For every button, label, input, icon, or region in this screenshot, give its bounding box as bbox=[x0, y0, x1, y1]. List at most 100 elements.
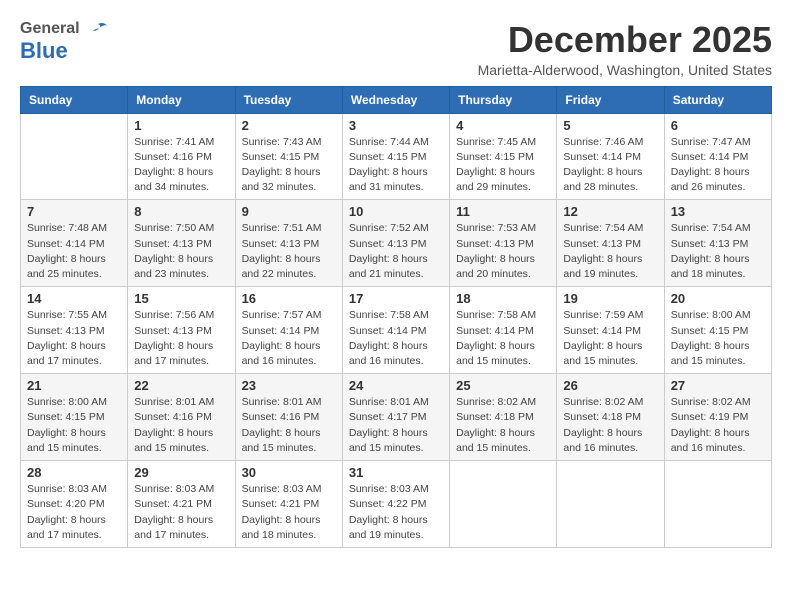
day-info: Sunrise: 7:58 AMSunset: 4:14 PMDaylight:… bbox=[349, 308, 443, 369]
day-info: Sunrise: 7:57 AMSunset: 4:14 PMDaylight:… bbox=[242, 308, 336, 369]
calendar-cell: 22Sunrise: 8:01 AMSunset: 4:16 PMDayligh… bbox=[128, 374, 235, 461]
week-row-5: 28 Sunrise: 8:03 AMSunset: 4:20 PMDayligh… bbox=[21, 461, 772, 548]
day-number: 27 bbox=[671, 378, 765, 393]
day-number: 3 bbox=[349, 118, 443, 133]
week-row-2: 7Sunrise: 7:48 AMSunset: 4:14 PMDaylight… bbox=[21, 200, 772, 287]
day-number: 23 bbox=[242, 378, 336, 393]
week-row-4: 21Sunrise: 8:00 AMSunset: 4:15 PMDayligh… bbox=[21, 374, 772, 461]
calendar-cell: 20 Sunrise: 8:00 AMSunset: 4:15 PMDayligh… bbox=[664, 287, 771, 374]
header: General Blue December 2025 Marietta-Alde… bbox=[20, 20, 772, 78]
day-number: 6 bbox=[671, 118, 765, 133]
calendar-cell: 7Sunrise: 7:48 AMSunset: 4:14 PMDaylight… bbox=[21, 200, 128, 287]
day-number: 16 bbox=[242, 291, 336, 306]
day-info: Sunrise: 8:03 AMSunset: 4:21 PMDaylight:… bbox=[134, 482, 228, 543]
week-row-1: 1Sunrise: 7:41 AMSunset: 4:16 PMDaylight… bbox=[21, 113, 772, 200]
day-number: 31 bbox=[349, 465, 443, 480]
calendar-cell bbox=[450, 461, 557, 548]
day-number: 10 bbox=[349, 204, 443, 219]
calendar-cell: 10 Sunrise: 7:52 AMSunset: 4:13 PMDayligh… bbox=[342, 200, 449, 287]
calendar-cell: 9 Sunrise: 7:51 AMSunset: 4:13 PMDaylight… bbox=[235, 200, 342, 287]
day-number: 8 bbox=[134, 204, 228, 219]
day-info: Sunrise: 8:02 AMSunset: 4:19 PMDaylight:… bbox=[671, 395, 765, 456]
calendar-cell bbox=[557, 461, 664, 548]
day-info: Sunrise: 7:46 AMSunset: 4:14 PMDaylight:… bbox=[563, 135, 657, 196]
logo-text: General Blue bbox=[20, 20, 108, 64]
day-of-week-sunday: Sunday bbox=[21, 86, 128, 113]
day-number: 28 bbox=[27, 465, 121, 480]
calendar-cell: 30Sunrise: 8:03 AMSunset: 4:21 PMDayligh… bbox=[235, 461, 342, 548]
calendar-cell: 16 Sunrise: 7:57 AMSunset: 4:14 PMDayligh… bbox=[235, 287, 342, 374]
day-of-week-friday: Friday bbox=[557, 86, 664, 113]
day-info: Sunrise: 7:56 AMSunset: 4:13 PMDaylight:… bbox=[134, 308, 228, 369]
days-of-week-row: SundayMondayTuesdayWednesdayThursdayFrid… bbox=[21, 86, 772, 113]
calendar-header: SundayMondayTuesdayWednesdayThursdayFrid… bbox=[21, 86, 772, 113]
logo-blue: Blue bbox=[20, 38, 108, 64]
calendar-cell: 23Sunrise: 8:01 AMSunset: 4:16 PMDayligh… bbox=[235, 374, 342, 461]
day-number: 21 bbox=[27, 378, 121, 393]
day-info: Sunrise: 7:44 AMSunset: 4:15 PMDaylight:… bbox=[349, 135, 443, 196]
day-info: Sunrise: 8:03 AMSunset: 4:22 PMDaylight:… bbox=[349, 482, 443, 543]
day-info: Sunrise: 8:02 AMSunset: 4:18 PMDaylight:… bbox=[563, 395, 657, 456]
week-row-3: 14Sunrise: 7:55 AMSunset: 4:13 PMDayligh… bbox=[21, 287, 772, 374]
day-of-week-thursday: Thursday bbox=[450, 86, 557, 113]
day-info: Sunrise: 8:00 AMSunset: 4:15 PMDaylight:… bbox=[671, 308, 765, 369]
day-of-week-wednesday: Wednesday bbox=[342, 86, 449, 113]
day-info: Sunrise: 8:01 AMSunset: 4:16 PMDaylight:… bbox=[134, 395, 228, 456]
calendar-cell: 24Sunrise: 8:01 AMSunset: 4:17 PMDayligh… bbox=[342, 374, 449, 461]
day-number: 9 bbox=[242, 204, 336, 219]
calendar-cell: 31 Sunrise: 8:03 AMSunset: 4:22 PMDayligh… bbox=[342, 461, 449, 548]
calendar-cell: 18Sunrise: 7:58 AMSunset: 4:14 PMDayligh… bbox=[450, 287, 557, 374]
day-info: Sunrise: 7:54 AMSunset: 4:13 PMDaylight:… bbox=[563, 221, 657, 282]
day-info: Sunrise: 7:43 AMSunset: 4:15 PMDaylight:… bbox=[242, 135, 336, 196]
calendar-cell: 15 Sunrise: 7:56 AMSunset: 4:13 PMDayligh… bbox=[128, 287, 235, 374]
calendar-cell: 26 Sunrise: 8:02 AMSunset: 4:18 PMDayligh… bbox=[557, 374, 664, 461]
calendar-cell: 3 Sunrise: 7:44 AMSunset: 4:15 PMDaylight… bbox=[342, 113, 449, 200]
calendar-body: 1Sunrise: 7:41 AMSunset: 4:16 PMDaylight… bbox=[21, 113, 772, 547]
title-block: December 2025 Marietta-Alderwood, Washin… bbox=[478, 20, 772, 78]
day-info: Sunrise: 7:55 AMSunset: 4:13 PMDaylight:… bbox=[27, 308, 121, 369]
day-of-week-saturday: Saturday bbox=[664, 86, 771, 113]
day-info: Sunrise: 7:54 AMSunset: 4:13 PMDaylight:… bbox=[671, 221, 765, 282]
calendar-cell: 12 Sunrise: 7:54 AMSunset: 4:13 PMDayligh… bbox=[557, 200, 664, 287]
day-info: Sunrise: 7:45 AMSunset: 4:15 PMDaylight:… bbox=[456, 135, 550, 196]
day-info: Sunrise: 8:03 AMSunset: 4:20 PMDaylight:… bbox=[27, 482, 121, 543]
day-number: 11 bbox=[456, 204, 550, 219]
logo: General Blue bbox=[20, 20, 108, 64]
day-info: Sunrise: 7:51 AMSunset: 4:13 PMDaylight:… bbox=[242, 221, 336, 282]
day-info: Sunrise: 7:59 AMSunset: 4:14 PMDaylight:… bbox=[563, 308, 657, 369]
calendar-cell: 5Sunrise: 7:46 AMSunset: 4:14 PMDaylight… bbox=[557, 113, 664, 200]
location-title: Marietta-Alderwood, Washington, United S… bbox=[478, 62, 772, 78]
day-number: 13 bbox=[671, 204, 765, 219]
calendar-cell: 1Sunrise: 7:41 AMSunset: 4:16 PMDaylight… bbox=[128, 113, 235, 200]
day-of-week-monday: Monday bbox=[128, 86, 235, 113]
day-number: 4 bbox=[456, 118, 550, 133]
day-number: 17 bbox=[349, 291, 443, 306]
day-number: 12 bbox=[563, 204, 657, 219]
day-number: 25 bbox=[456, 378, 550, 393]
calendar-cell: 29 Sunrise: 8:03 AMSunset: 4:21 PMDayligh… bbox=[128, 461, 235, 548]
day-info: Sunrise: 7:41 AMSunset: 4:16 PMDaylight:… bbox=[134, 135, 228, 196]
month-title: December 2025 bbox=[478, 20, 772, 60]
day-number: 29 bbox=[134, 465, 228, 480]
calendar-cell: 4 Sunrise: 7:45 AMSunset: 4:15 PMDaylight… bbox=[450, 113, 557, 200]
calendar-cell: 2Sunrise: 7:43 AMSunset: 4:15 PMDaylight… bbox=[235, 113, 342, 200]
day-info: Sunrise: 7:58 AMSunset: 4:14 PMDaylight:… bbox=[456, 308, 550, 369]
calendar-table: SundayMondayTuesdayWednesdayThursdayFrid… bbox=[20, 86, 772, 548]
day-number: 26 bbox=[563, 378, 657, 393]
day-number: 24 bbox=[349, 378, 443, 393]
day-info: Sunrise: 8:02 AMSunset: 4:18 PMDaylight:… bbox=[456, 395, 550, 456]
calendar-cell: 28 Sunrise: 8:03 AMSunset: 4:20 PMDayligh… bbox=[21, 461, 128, 548]
day-number: 19 bbox=[563, 291, 657, 306]
day-info: Sunrise: 7:47 AMSunset: 4:14 PMDaylight:… bbox=[671, 135, 765, 196]
calendar-cell: 19 Sunrise: 7:59 AMSunset: 4:14 PMDayligh… bbox=[557, 287, 664, 374]
day-number: 15 bbox=[134, 291, 228, 306]
calendar-cell: 8Sunrise: 7:50 AMSunset: 4:13 PMDaylight… bbox=[128, 200, 235, 287]
day-number: 30 bbox=[242, 465, 336, 480]
day-number: 7 bbox=[27, 204, 121, 219]
page: General Blue December 2025 Marietta-Alde… bbox=[0, 0, 792, 558]
calendar-cell bbox=[21, 113, 128, 200]
calendar-cell: 6 Sunrise: 7:47 AMSunset: 4:14 PMDaylight… bbox=[664, 113, 771, 200]
day-number: 20 bbox=[671, 291, 765, 306]
calendar-cell: 21Sunrise: 8:00 AMSunset: 4:15 PMDayligh… bbox=[21, 374, 128, 461]
day-info: Sunrise: 7:52 AMSunset: 4:13 PMDaylight:… bbox=[349, 221, 443, 282]
